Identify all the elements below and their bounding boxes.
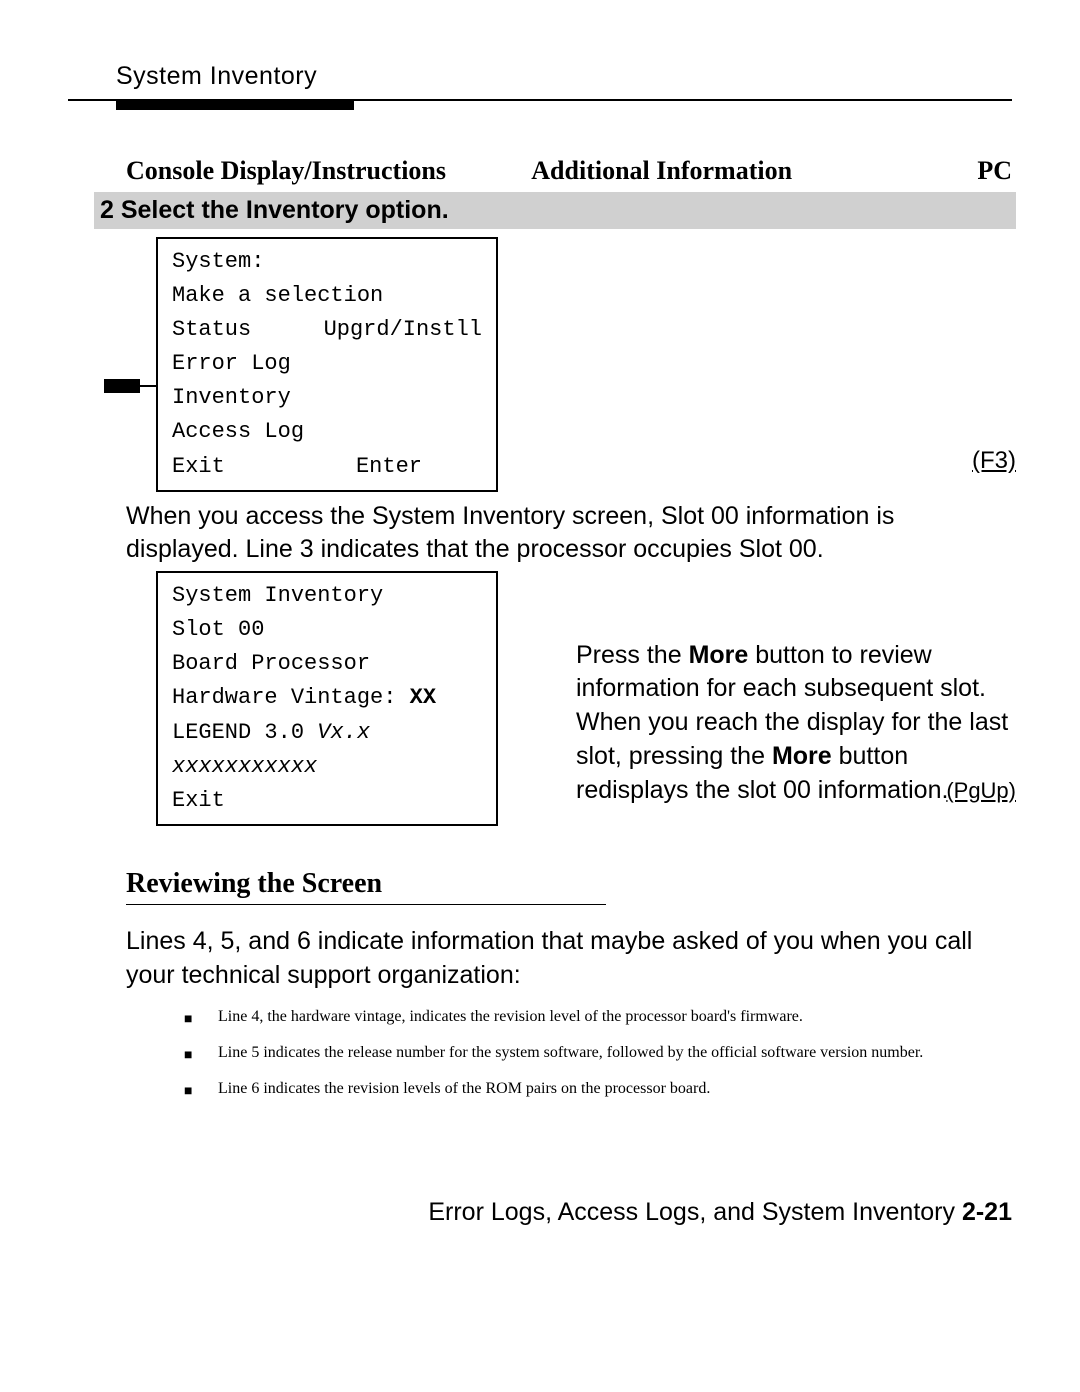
desc-more-2: More (772, 742, 832, 770)
console1-enter: Enter (356, 450, 422, 484)
console2-exit: Exit (172, 784, 482, 818)
pointer-block-icon (104, 379, 140, 393)
desc-pad-2 (576, 605, 1012, 639)
desc-pad-1 (576, 571, 1012, 605)
console2-line3: Board Processor (172, 647, 482, 681)
bullet-2: Line 5 indicates the release number for … (190, 1044, 1012, 1062)
description-column: Press the More button to review informat… (576, 571, 1012, 807)
console2-line6: xxxxxxxxxxx (172, 750, 482, 784)
pc-key-f3: (F3) (972, 447, 1016, 475)
console-1-wrap: System: Make a selection Status Upgrd/In… (156, 237, 1012, 492)
console1-inventory: Inventory (172, 381, 482, 415)
console2-legend-label: LEGEND 3.0 (172, 720, 304, 745)
col-center-label: Additional Information (531, 156, 792, 186)
step-2-heading: 2 Select the Inventory option. (94, 192, 1016, 229)
pc-key-pgup: (PgUp) (946, 776, 1016, 806)
section-rule (126, 904, 606, 905)
console1-status: Status (172, 313, 251, 347)
footer-page: 2-21 (962, 1198, 1012, 1226)
console2-line1: System Inventory (172, 579, 482, 613)
section-title: Reviewing the Screen (126, 868, 1012, 900)
console-display-2: System Inventory Slot 00 Board Processor… (156, 571, 498, 826)
console-display-1: System: Make a selection Status Upgrd/In… (156, 237, 498, 492)
desc-more-1: More (689, 641, 749, 669)
console2-hwvint-value: XX (410, 685, 436, 710)
col-left-label: Console Display/Instructions (126, 156, 446, 186)
console1-upgrd: Upgrd/Instll (324, 313, 482, 347)
console2-hwvint-label: Hardware Vintage: (172, 685, 396, 710)
console1-line2: Make a selection (172, 279, 482, 313)
console2-line2: Slot 00 (172, 613, 482, 647)
bullet-3: Line 6 indicates the revision levels of … (190, 1080, 1012, 1098)
console1-line1: System: (172, 245, 482, 279)
col-right-label: PC (977, 156, 1012, 186)
bullet-1: Line 4, the hardware vintage, indicates … (190, 1008, 1012, 1026)
paragraph-1: When you access the System Inventory scr… (126, 500, 1012, 568)
bullet-list: Line 4, the hardware vintage, indicates … (126, 1008, 1012, 1098)
console1-accesslog: Access Log (172, 415, 482, 449)
header-accent-bar (116, 100, 354, 110)
console2-legend-version: Vx.x (317, 720, 370, 745)
console1-errorlog: Error Log (172, 347, 482, 381)
selection-pointer (104, 379, 156, 393)
desc-t1a: Press the (576, 641, 689, 669)
console1-exit: Exit (172, 450, 225, 484)
pointer-line-icon (140, 385, 156, 387)
footer-text: Error Logs, Access Logs, and System Inve… (428, 1198, 962, 1226)
column-headings: Console Display/Instructions Additional … (126, 156, 1012, 186)
section-intro: Lines 4, 5, and 6 indicate information t… (126, 925, 1012, 993)
page-header-title: System Inventory (116, 62, 1012, 91)
page-footer: Error Logs, Access Logs, and System Inve… (126, 1198, 1012, 1227)
